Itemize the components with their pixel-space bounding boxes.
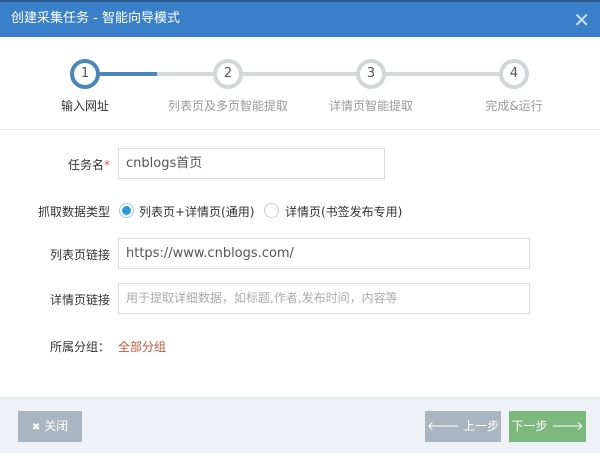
next-step-button[interactable]: 下一步 🡒	[509, 411, 586, 442]
list-url-input[interactable]: https://www.cnblogs.com/	[118, 238, 530, 269]
close-button[interactable]: ✖ 关闭	[18, 411, 82, 442]
next-step-label: 下一步	[511, 419, 548, 433]
radio-list-detail-label[interactable]: 列表页+详情页(通用)	[139, 203, 254, 220]
prev-step-label: 上一步	[463, 419, 500, 433]
detail-url-input[interactable]: 用于提取详细数据，如标题,作者,发布时间，内容等	[118, 283, 530, 314]
close-icon[interactable]: ✕	[573, 8, 590, 32]
dialog-title-bar: 创建采集任务 - 智能向导模式 ✕	[0, 0, 600, 37]
required-mark: *	[104, 158, 110, 172]
close-button-label: 关闭	[44, 419, 69, 433]
group-label: 所属分组：	[49, 340, 110, 354]
arrow-left-icon: 🡐	[426, 419, 460, 433]
step-4-label: 完成&运行	[485, 99, 543, 113]
step-2-label: 列表页及多页智能提取	[167, 99, 288, 113]
step-1-label: 输入网址	[60, 99, 109, 113]
data-type-label: 抓取数据类型	[37, 205, 110, 219]
dialog-title: 创建采集任务 - 智能向导模式	[11, 11, 180, 26]
step-3-circle: 3	[356, 59, 386, 89]
radio-list-detail[interactable]	[119, 203, 134, 218]
task-name-input[interactable]: cnblogs首页	[118, 148, 385, 179]
prev-step-button[interactable]: 🡐 上一步	[425, 411, 501, 442]
task-name-label: 任务名*	[67, 158, 110, 172]
radio-detail-only-label[interactable]: 详情页(书签发布专用)	[285, 203, 402, 220]
progress-line-active	[99, 72, 157, 76]
radio-detail-only[interactable]	[264, 203, 279, 218]
group-select-link[interactable]: 全部分组	[118, 338, 166, 355]
step-2-circle: 2	[213, 59, 243, 89]
dialog-footer: ✖ 关闭 🡐 上一步 下一步 🡒	[0, 397, 600, 453]
step-wizard: 1 2 3 4 输入网址 列表页及多页智能提取 详情页智能提取 完成&运行	[0, 37, 600, 130]
list-url-label: 列表页链接	[49, 248, 110, 262]
step-1-circle: 1	[70, 59, 100, 89]
arrow-right-icon: 🡒	[551, 419, 584, 433]
close-x-icon: ✖	[31, 422, 41, 433]
detail-url-label: 详情页链接	[49, 293, 110, 307]
step-3-label: 详情页智能提取	[328, 99, 413, 113]
progress-line	[157, 72, 499, 76]
step-4-circle: 4	[499, 59, 529, 89]
